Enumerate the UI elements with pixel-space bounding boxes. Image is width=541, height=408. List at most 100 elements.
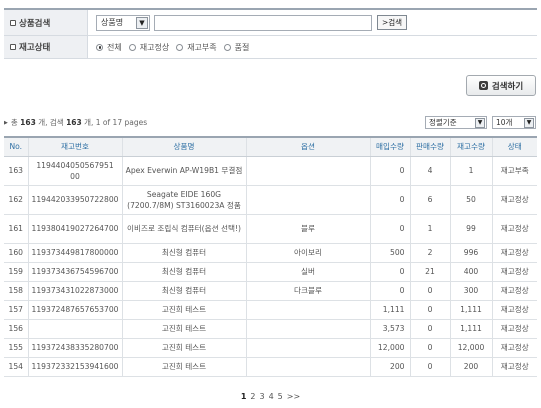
cell-code: 119373431022873000 xyxy=(28,281,123,301)
cell-buy-qty: 500 xyxy=(370,243,411,263)
cell-product-name[interactable]: 고진희 테스트 xyxy=(122,319,247,339)
summary-mid: 개, 검색 xyxy=(38,118,64,127)
cell-product-name[interactable]: 최신형 컴퓨터 xyxy=(122,243,247,263)
search-field-value: 상품명 xyxy=(101,18,124,27)
cell-no: 159 xyxy=(4,262,29,282)
column-header: 상태 xyxy=(492,136,537,157)
search-form: 상품검색 상품명 ▼ >검색 재고상태 전체 재고정상 재고부족 품절 xyxy=(4,8,537,59)
stock-filter-row: 재고상태 전체 재고정상 재고부족 품절 xyxy=(4,36,537,59)
radio-icon xyxy=(223,43,231,51)
table-row[interactable]: 155 119372438335280700 고진희 테스트 12,000 0 … xyxy=(4,338,537,358)
per-page-select[interactable]: 10개 ▼ xyxy=(492,116,536,129)
cell-code: 119442033950722800 xyxy=(28,185,123,215)
cell-no: 161 xyxy=(4,214,29,244)
cell-code: 119373436754596700 xyxy=(28,262,123,282)
cell-status: 재고정상 xyxy=(492,214,537,244)
table-row[interactable]: 156 고진희 테스트 3,573 0 1,111 재고정상 xyxy=(4,319,537,339)
table-row[interactable]: 154 119372332153941600 고진희 테스트 200 0 200… xyxy=(4,357,537,377)
page-link[interactable]: 3 xyxy=(259,392,264,401)
search-input[interactable] xyxy=(154,14,372,31)
summary-found: 163 xyxy=(66,118,82,127)
cell-no: 157 xyxy=(4,300,29,320)
inventory-table: No. 재고번호 상품명 옵션 매입수량 판매수량 재고수량 상태 163 11… xyxy=(4,136,537,377)
cell-code: 119372332153941600 xyxy=(28,357,123,377)
pagination: 1 2 3 4 5 >> xyxy=(0,392,541,401)
cell-sold-qty: 2 xyxy=(410,243,451,263)
cell-status: 재고정상 xyxy=(492,262,537,282)
search-button[interactable]: >검색 xyxy=(377,15,408,30)
stock-radio-group: 전체 재고정상 재고부족 품절 xyxy=(96,42,256,53)
result-summary: ▶ 총 163 개, 검색 163 개, 1 of 17 pages xyxy=(4,117,147,128)
summary-suffix: 개, 1 of 17 pages xyxy=(84,118,148,127)
search-field-select[interactable]: 상품명 ▼ xyxy=(96,14,150,31)
cell-status: 재고정상 xyxy=(492,243,537,263)
search-row: 상품검색 상품명 ▼ >검색 xyxy=(4,10,537,36)
cell-code: 1194404050567951 00 xyxy=(28,156,123,186)
radio-normal[interactable]: 재고정상 xyxy=(128,42,169,53)
cell-product-name[interactable]: 최신형 컴퓨터 xyxy=(122,281,247,301)
table-row[interactable]: 157 119372487657653700 고진희 테스트 1,111 0 1… xyxy=(4,300,537,320)
cell-product-name[interactable]: Seagate EIDE 160G (7200.7/8M) ST3160023A… xyxy=(122,185,247,215)
table-row[interactable]: 161 119380419027264700 이비즈로 조립식 컴퓨터(옵션 선… xyxy=(4,214,537,244)
cell-no: 160 xyxy=(4,243,29,263)
column-header: 재고번호 xyxy=(28,136,123,157)
cell-product-name[interactable]: 최신형 컴퓨터 xyxy=(122,262,247,282)
cell-product-name[interactable]: 고진희 테스트 xyxy=(122,357,247,377)
cell-stock-qty: 12,000 xyxy=(450,338,493,358)
sort-select[interactable]: 정렬기준 ▼ xyxy=(425,116,487,129)
cell-product-name[interactable]: Apex Everwin AP-W19B1 무결점 xyxy=(122,156,247,186)
cell-status: 재고정상 xyxy=(492,338,537,358)
per-page-value: 10개 xyxy=(496,118,513,127)
cell-option xyxy=(246,319,371,339)
search-label-cell: 상품검색 xyxy=(4,10,88,35)
table-row[interactable]: 160 119373449817800000 최신형 컴퓨터 아이보리 500 … xyxy=(4,243,537,263)
search-icon xyxy=(478,81,488,90)
cell-option: 실버 xyxy=(246,262,371,282)
big-search-button[interactable]: 검색하기 xyxy=(466,75,536,96)
cell-buy-qty: 0 xyxy=(370,156,411,186)
cell-buy-qty: 3,573 xyxy=(370,319,411,339)
cell-buy-qty: 0 xyxy=(370,262,411,282)
cell-sold-qty: 0 xyxy=(410,338,451,358)
cell-code xyxy=(28,319,123,339)
column-header: 판매수량 xyxy=(410,136,451,157)
cell-product-name[interactable]: 고진희 테스트 xyxy=(122,338,247,358)
cell-option: 다크블루 xyxy=(246,281,371,301)
cell-code: 119372438335280700 xyxy=(28,338,123,358)
cell-stock-qty: 99 xyxy=(450,214,493,244)
cell-status: 재고정상 xyxy=(492,319,537,339)
page-link-current[interactable]: 1 xyxy=(241,392,247,401)
page-link[interactable]: 4 xyxy=(269,392,274,401)
column-header: 옵션 xyxy=(246,136,371,157)
cell-buy-qty: 0 xyxy=(370,281,411,301)
cell-product-name[interactable]: 고진희 테스트 xyxy=(122,300,247,320)
page-link[interactable]: 5 xyxy=(278,392,283,401)
table-row[interactable]: 163 1194404050567951 00 Apex Everwin AP-… xyxy=(4,156,537,186)
chevron-down-icon: ▼ xyxy=(136,16,148,29)
cell-stock-qty: 1,111 xyxy=(450,319,493,339)
cell-no: 158 xyxy=(4,281,29,301)
table-row[interactable]: 159 119373436754596700 최신형 컴퓨터 실버 0 21 4… xyxy=(4,262,537,282)
table-row[interactable]: 158 119373431022873000 최신형 컴퓨터 다크블루 0 0 … xyxy=(4,281,537,301)
cell-no: 154 xyxy=(4,357,29,377)
column-header: No. xyxy=(4,136,29,157)
radio-label: 전체 xyxy=(107,42,122,52)
radio-all[interactable]: 전체 xyxy=(96,42,122,53)
cell-buy-qty: 12,000 xyxy=(370,338,411,358)
cell-status: 재고정상 xyxy=(492,185,537,215)
cell-sold-qty: 0 xyxy=(410,357,451,377)
big-search-label: 검색하기 xyxy=(491,81,524,92)
summary-prefix: 총 xyxy=(10,118,18,127)
search-field-cell: 상품명 ▼ >검색 xyxy=(88,10,537,35)
cell-product-name[interactable]: 이비즈로 조립식 컴퓨터(옵션 선택!) xyxy=(122,214,247,244)
page-link[interactable]: 2 xyxy=(250,392,255,401)
table-row[interactable]: 162 119442033950722800 Seagate EIDE 160G… xyxy=(4,185,537,215)
cell-buy-qty: 0 xyxy=(370,214,411,244)
triangle-icon: ▶ xyxy=(4,119,8,126)
next-page-link[interactable]: >> xyxy=(287,392,300,401)
radio-low[interactable]: 재고부족 xyxy=(176,42,217,53)
radio-icon xyxy=(176,43,184,51)
cell-no: 163 xyxy=(4,156,29,186)
radio-soldout[interactable]: 품절 xyxy=(223,42,249,53)
summary-total: 163 xyxy=(20,118,36,127)
